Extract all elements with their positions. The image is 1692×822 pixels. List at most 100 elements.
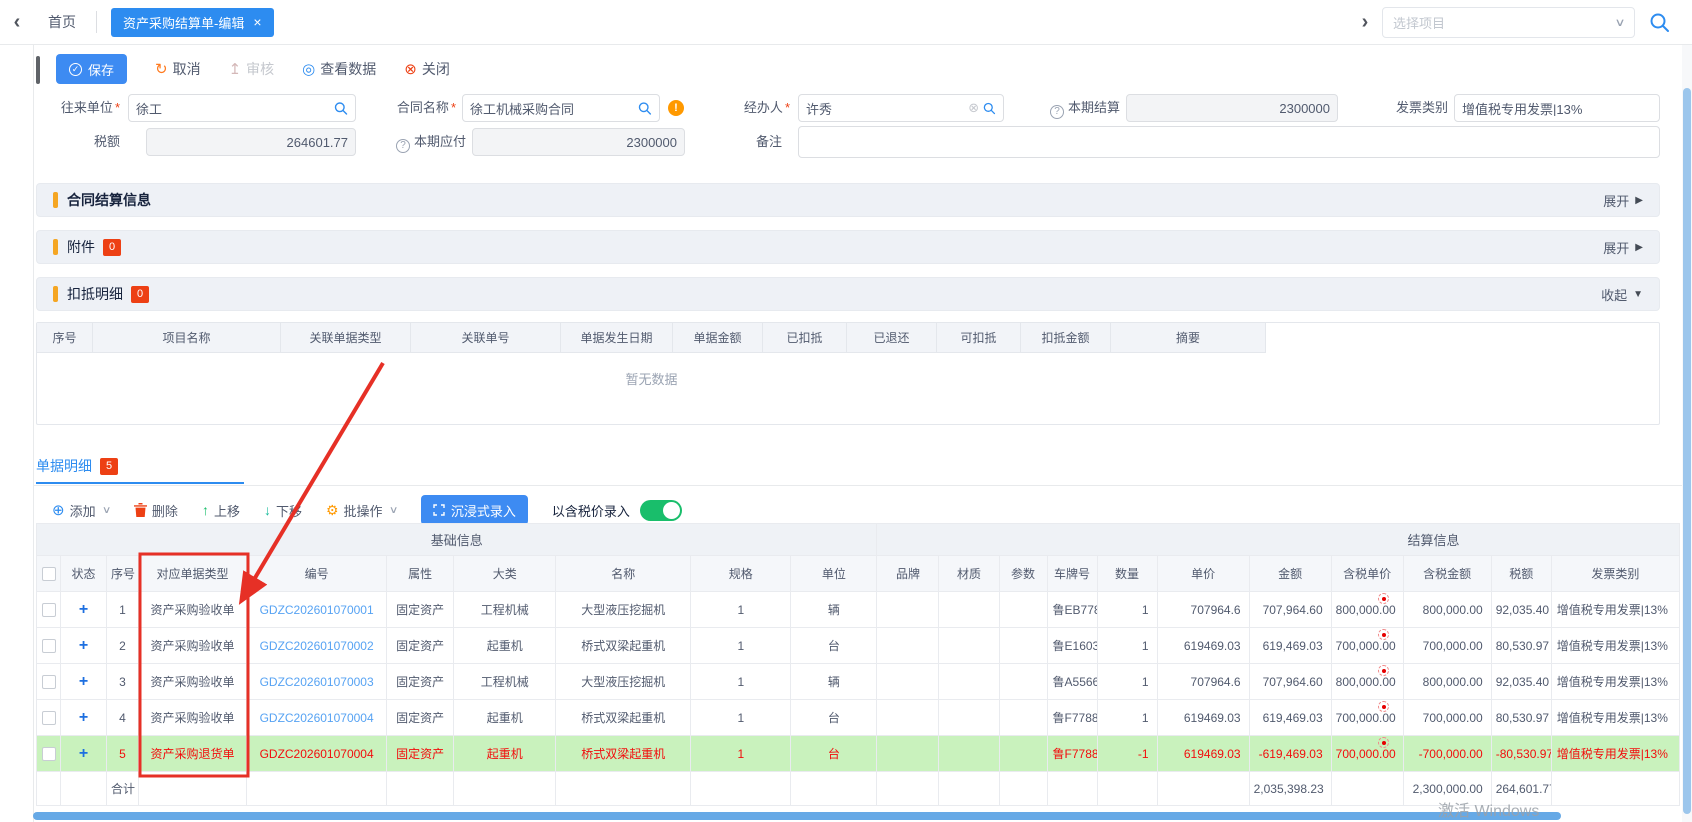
back-icon[interactable]: ‹ <box>0 11 34 34</box>
partner-input[interactable] <box>136 101 334 116</box>
search-icon[interactable] <box>1649 12 1670 33</box>
cell-code[interactable]: GDZC202601070004 <box>247 700 387 736</box>
cell-tax: -80,530.97 <box>1491 736 1551 772</box>
period-payable-label: ?本期应付 <box>366 128 466 156</box>
detail-row[interactable]: +4资产采购验收单GDZC202601070004固定资产起重机桥式双梁起重机1… <box>37 700 1680 736</box>
cell-code[interactable]: GDZC202601070002 <box>247 628 387 664</box>
cancel-button[interactable]: ↻ 取消 <box>155 59 201 79</box>
cell-price: 619469.03 <box>1157 700 1249 736</box>
search-icon[interactable] <box>334 101 348 116</box>
cell-code[interactable]: GDZC202601070004 <box>247 736 387 772</box>
section-contract-settlement[interactable]: 合同结算信息 展开 ▶ <box>36 183 1660 217</box>
plus-status-icon[interactable]: + <box>79 745 88 762</box>
cell-tax_amount: 800,000.00 <box>1403 592 1491 628</box>
move-up-button[interactable]: ↑ 上移 <box>202 501 240 520</box>
row-checkbox[interactable] <box>42 639 56 653</box>
cell-param <box>999 628 1047 664</box>
view-data-button[interactable]: ◎ 查看数据 <box>302 59 376 79</box>
doc-code-link[interactable]: GDZC202601070002 <box>260 639 374 653</box>
cell-brand <box>877 664 939 700</box>
partner-field[interactable] <box>128 94 356 122</box>
forward-icon[interactable]: › <box>1348 11 1382 34</box>
plus-status-icon[interactable]: + <box>79 637 88 654</box>
agent-input[interactable] <box>806 101 968 116</box>
help-icon[interactable]: ? <box>396 139 410 153</box>
period-settle-field <box>1126 94 1338 122</box>
close-button[interactable]: ⊗ 关闭 <box>404 59 450 79</box>
contract-field[interactable] <box>462 94 660 122</box>
collapse-toggle[interactable]: 收起 ▼ <box>1601 285 1643 304</box>
row-checkbox[interactable] <box>42 675 56 689</box>
cell-code[interactable]: GDZC202601070003 <box>247 664 387 700</box>
section-deduction-detail[interactable]: 扣抵明细 0 收起 ▼ <box>36 277 1660 311</box>
tab-detail[interactable]: 单据明细 5 <box>36 456 118 476</box>
detail-row[interactable]: +1资产采购验收单GDZC202601070001固定资产工程机械大型液压挖掘机… <box>37 592 1680 628</box>
group-header-row: 基础信息 结算信息 <box>37 524 1680 556</box>
delete-button[interactable]: 删除 <box>134 501 178 520</box>
cell-tax_price: 700,000.00 <box>1331 736 1403 772</box>
modified-marker <box>1378 665 1389 676</box>
help-icon[interactable]: ? <box>1050 105 1064 119</box>
row-checkbox[interactable] <box>42 603 56 617</box>
cell-empty <box>1047 772 1097 806</box>
doc-code-link[interactable]: GDZC202601070004 <box>260 747 374 761</box>
immersive-entry-button[interactable]: 沉浸式录入 <box>421 495 528 525</box>
cell-doc_type: 资产采购验收单 <box>139 664 247 700</box>
cell-name: 桥式双梁起重机 <box>556 700 691 736</box>
cell-tax_amount: -700,000.00 <box>1403 736 1491 772</box>
section-attachments[interactable]: 附件 0 展开 ▶ <box>36 230 1660 264</box>
active-tab[interactable]: 资产采购结算单-编辑 × <box>111 8 274 37</box>
cell-code[interactable]: GDZC202601070001 <box>247 592 387 628</box>
remark-input[interactable] <box>806 135 1652 150</box>
batch-operation-button[interactable]: ⚙ 批操作 ∨ <box>326 501 397 520</box>
detail-row[interactable]: +2资产采购验收单GDZC202601070002固定资产起重机桥式双梁起重机1… <box>37 628 1680 664</box>
cell-price: 619469.03 <box>1157 736 1249 772</box>
row-checkbox[interactable] <box>42 711 56 725</box>
clear-icon[interactable]: ⊗ <box>968 100 979 116</box>
move-down-button[interactable]: ↓ 下移 <box>264 501 302 520</box>
add-button[interactable]: ⊕ 添加 ∨ <box>52 501 110 520</box>
home-tab[interactable]: 首页 <box>34 12 90 32</box>
col-header: 状态 <box>61 556 107 592</box>
select-all-checkbox[interactable] <box>42 567 56 581</box>
plus-status-icon[interactable]: + <box>79 601 88 618</box>
audit-button[interactable]: ↥ 审核 <box>229 59 275 79</box>
invoice-type-input[interactable] <box>1462 101 1652 116</box>
search-icon[interactable] <box>983 101 996 116</box>
col-header: 扣抵金额 <box>1021 323 1111 353</box>
col-header: 规格 <box>691 556 791 592</box>
undo-icon: ↻ <box>155 60 168 78</box>
doc-code-link[interactable]: GDZC202601070001 <box>260 603 374 617</box>
doc-code-link[interactable]: GDZC202601070003 <box>260 675 374 689</box>
remark-field[interactable] <box>798 126 1660 158</box>
agent-field[interactable]: ⊗ <box>798 94 1004 122</box>
detail-row[interactable]: +3资产采购验收单GDZC202601070003固定资产工程机械大型液压挖掘机… <box>37 664 1680 700</box>
chevron-down-icon: ∨ <box>1614 16 1625 29</box>
contract-input[interactable] <box>470 101 638 116</box>
doc-code-link[interactable]: GDZC202601070004 <box>260 711 374 725</box>
expand-toggle[interactable]: 展开 ▶ <box>1603 191 1643 210</box>
warning-icon: ! <box>668 100 684 116</box>
row-checkbox[interactable] <box>42 747 56 761</box>
cell-empty <box>247 772 387 806</box>
invoice-type-label: 发票类别 <box>1392 94 1448 122</box>
tax-entry-toggle[interactable] <box>640 500 682 521</box>
expand-toggle[interactable]: 展开 ▶ <box>1603 238 1643 257</box>
invoice-type-field[interactable] <box>1454 94 1660 122</box>
detail-row[interactable]: +5资产采购退货单GDZC202601070004固定资产起重机桥式双梁起重机1… <box>37 736 1680 772</box>
trash-icon <box>134 503 147 517</box>
col-header: 已扣抵 <box>763 323 847 353</box>
plus-status-icon[interactable]: + <box>79 673 88 690</box>
deduction-table: 序号 项目名称 关联单据类型 关联单号 单据发生日期 单据金额 已扣抵 已退还 … <box>36 322 1660 425</box>
cell-empty <box>691 772 791 806</box>
close-tab-icon[interactable]: × <box>253 14 261 30</box>
search-icon[interactable] <box>638 101 652 116</box>
chevron-down-icon: ∨ <box>388 505 398 516</box>
save-button[interactable]: ✓ 保存 <box>56 54 127 84</box>
horizontal-scrollbar[interactable] <box>33 812 1561 820</box>
plus-status-icon[interactable]: + <box>79 709 88 726</box>
view-data-label: 查看数据 <box>320 59 376 79</box>
cell-empty <box>387 772 454 806</box>
vertical-scrollbar-thumb[interactable] <box>1683 88 1691 814</box>
project-select[interactable]: 选择项目 ∨ <box>1382 7 1635 38</box>
